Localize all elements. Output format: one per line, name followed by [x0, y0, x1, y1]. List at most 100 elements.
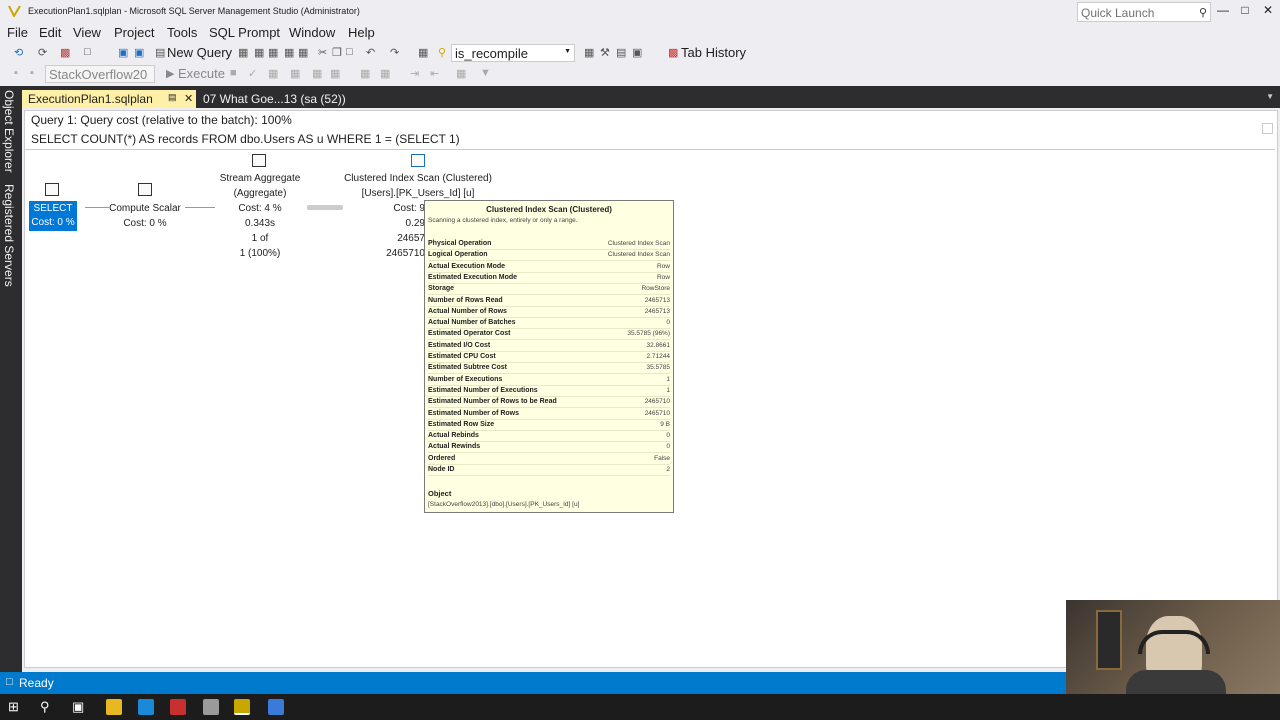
- tooltip-property-value: 2465713: [644, 296, 670, 304]
- app-blue-icon[interactable]: [138, 699, 154, 715]
- menu-view[interactable]: View: [73, 25, 101, 40]
- tab-executionplan1[interactable]: ExecutionPlan1.sqlplan ▤ ✕: [22, 90, 196, 108]
- quick-launch-input[interactable]: Quick Launch ⚲: [1077, 2, 1211, 22]
- poster-frame: [1096, 610, 1122, 670]
- save-icon[interactable]: ▣: [118, 46, 128, 59]
- app-window-icon[interactable]: [268, 699, 284, 715]
- query-options-icon[interactable]: ▦: [290, 67, 300, 80]
- paste-icon[interactable]: □: [346, 46, 353, 58]
- tab-history-button[interactable]: Tab History: [681, 45, 746, 60]
- new-query-button[interactable]: New Query: [167, 45, 232, 60]
- execute-button[interactable]: Execute: [178, 66, 225, 81]
- query-xmla-icon[interactable]: ▦: [284, 46, 294, 59]
- document-tab-bar: ExecutionPlan1.sqlplan ▤ ✕ 07 What Goe..…: [22, 86, 1280, 108]
- wrench-icon[interactable]: ⚒: [600, 46, 610, 59]
- maximize-button[interactable]: □: [1235, 3, 1255, 17]
- save-all-icon[interactable]: ▣: [134, 46, 144, 59]
- query-mdx-icon[interactable]: ▦: [254, 46, 264, 59]
- minimize-button[interactable]: —: [1213, 3, 1233, 17]
- find-combo[interactable]: is_recompile ▼: [451, 44, 575, 62]
- select-node-cost: Cost: 0 %: [31, 217, 75, 228]
- app-red-icon[interactable]: [170, 699, 186, 715]
- menu-sql-prompt[interactable]: SQL Prompt: [209, 25, 280, 40]
- database-combo[interactable]: StackOverflow20: [45, 65, 155, 83]
- tooltip-property-row: Estimated Row Size 9 B: [428, 420, 670, 431]
- specify-values-icon[interactable]: ▦: [456, 67, 466, 80]
- copy-icon[interactable]: ❐: [332, 46, 342, 59]
- tab-label: 07 What Goe...13 (sa (52)): [203, 92, 346, 106]
- menu-edit[interactable]: Edit: [39, 25, 61, 40]
- back-icon[interactable]: ⟲: [14, 46, 23, 59]
- query-dax-icon[interactable]: ▦: [298, 46, 308, 59]
- parse-icon[interactable]: ✓: [248, 67, 257, 80]
- menu-tools[interactable]: Tools: [167, 25, 197, 40]
- registered-servers-tab[interactable]: Registered Servers: [2, 184, 16, 287]
- close-tab-icon[interactable]: ✕: [184, 92, 193, 105]
- open-icon[interactable]: □: [84, 46, 91, 58]
- tooltip-property-key: Actual Rebinds: [428, 432, 479, 440]
- file-explorer-icon[interactable]: [106, 699, 122, 715]
- tab-07-what-goes[interactable]: 07 What Goe...13 (sa (52)): [197, 90, 352, 108]
- toolbox-icon[interactable]: ▤: [616, 46, 626, 59]
- outdent-icon[interactable]: ⇤: [430, 67, 439, 80]
- task-view-icon[interactable]: ▣: [72, 699, 88, 715]
- properties-icon[interactable]: ▦: [584, 46, 594, 59]
- miniature-view-icon[interactable]: [1262, 123, 1273, 134]
- tab-list-dropdown-icon[interactable]: ▼: [1266, 92, 1274, 101]
- tooltip-property-row: Estimated Operator Cost 35.5785 (96%): [428, 329, 670, 341]
- select-operator-icon[interactable]: [45, 183, 59, 196]
- toolbar-overflow-icon[interactable]: ▼: [480, 67, 491, 79]
- new-query-icon: ▤: [155, 47, 166, 59]
- window-layout-icon[interactable]: ▣: [632, 46, 642, 59]
- object-explorer-tab[interactable]: Object Explorer: [2, 90, 16, 173]
- compute-scalar-icon[interactable]: [138, 183, 152, 196]
- menu-help[interactable]: Help: [348, 25, 375, 40]
- redo-icon[interactable]: ↷: [390, 46, 399, 59]
- display-plan-icon[interactable]: ▦: [268, 67, 278, 80]
- cut-icon[interactable]: ✂: [318, 46, 327, 59]
- stop-icon[interactable]: ■: [230, 67, 237, 79]
- tooltip-property-row: Estimated Number of Rows to be Read 24657…: [428, 397, 670, 409]
- tooltip-property-key: Logical Operation: [428, 251, 488, 259]
- stream-aggregate-node[interactable]: Stream Aggregate (Aggregate) Cost: 4 % 0…: [210, 171, 310, 261]
- disconnect-icon[interactable]: ▪: [30, 67, 34, 79]
- tooltip-property-key: Actual Execution Mode: [428, 262, 506, 270]
- select-node-label[interactable]: SELECT Cost: 0 %: [29, 201, 77, 231]
- tooltip-property-row: Estimated I/O Cost 32.8661: [428, 341, 670, 352]
- undo-icon[interactable]: ↶: [366, 46, 375, 59]
- stream-aggregate-cost: Cost: 4 %: [238, 203, 282, 214]
- tooltip-property-key: Estimated Subtree Cost: [428, 364, 507, 372]
- compute-scalar-node[interactable]: Compute Scalar Cost: 0 %: [105, 201, 185, 231]
- quick-launch-placeholder: Quick Launch: [1081, 6, 1155, 20]
- tooltip-property-key: Estimated Row Size: [428, 420, 495, 428]
- pin-icon[interactable]: ▤: [168, 92, 177, 103]
- results-text-icon[interactable]: ▦: [312, 67, 322, 80]
- person-shoulders: [1126, 670, 1226, 694]
- connect-icon[interactable]: ▪: [14, 67, 18, 79]
- indent-icon[interactable]: ⇥: [410, 67, 419, 80]
- results-grid-icon[interactable]: ▦: [330, 67, 340, 80]
- clustered-index-scan-node[interactable]: Clustered Index Scan (Clustered) [Users]…: [343, 171, 493, 201]
- clustered-index-scan-icon[interactable]: [411, 154, 425, 167]
- tooltip-property-row: Actual Rebinds 0: [428, 431, 670, 443]
- menu-file[interactable]: File: [7, 25, 28, 40]
- menu-window[interactable]: Window: [289, 25, 335, 40]
- close-button[interactable]: ✕: [1258, 3, 1278, 17]
- stream-aggregate-icon[interactable]: [252, 154, 266, 167]
- uncomment-icon[interactable]: ▦: [380, 67, 390, 80]
- query-dmx-icon[interactable]: ▦: [268, 46, 278, 59]
- tooltip-property-key: Actual Number of Rows: [428, 307, 507, 315]
- search-icon[interactable]: ⚲: [40, 699, 56, 715]
- new-project-icon[interactable]: ▩: [60, 46, 70, 59]
- forward-icon[interactable]: ⟳: [38, 46, 47, 59]
- tooltip-property-row: Number of Rows Read 2465713: [428, 296, 670, 307]
- ssms-taskbar-icon[interactable]: [234, 699, 250, 715]
- menu-project[interactable]: Project: [114, 25, 154, 40]
- find-icon[interactable]: ⚲: [438, 46, 446, 59]
- query-db-icon[interactable]: ▦: [238, 46, 248, 59]
- comment-icon[interactable]: ▦: [360, 67, 370, 80]
- activity-monitor-icon[interactable]: ▦: [418, 46, 428, 59]
- tooltip-property-row: Estimated CPU Cost 2.71244: [428, 352, 670, 363]
- windows-start-icon[interactable]: ⊞: [8, 699, 24, 715]
- app-grey-icon[interactable]: [203, 699, 219, 715]
